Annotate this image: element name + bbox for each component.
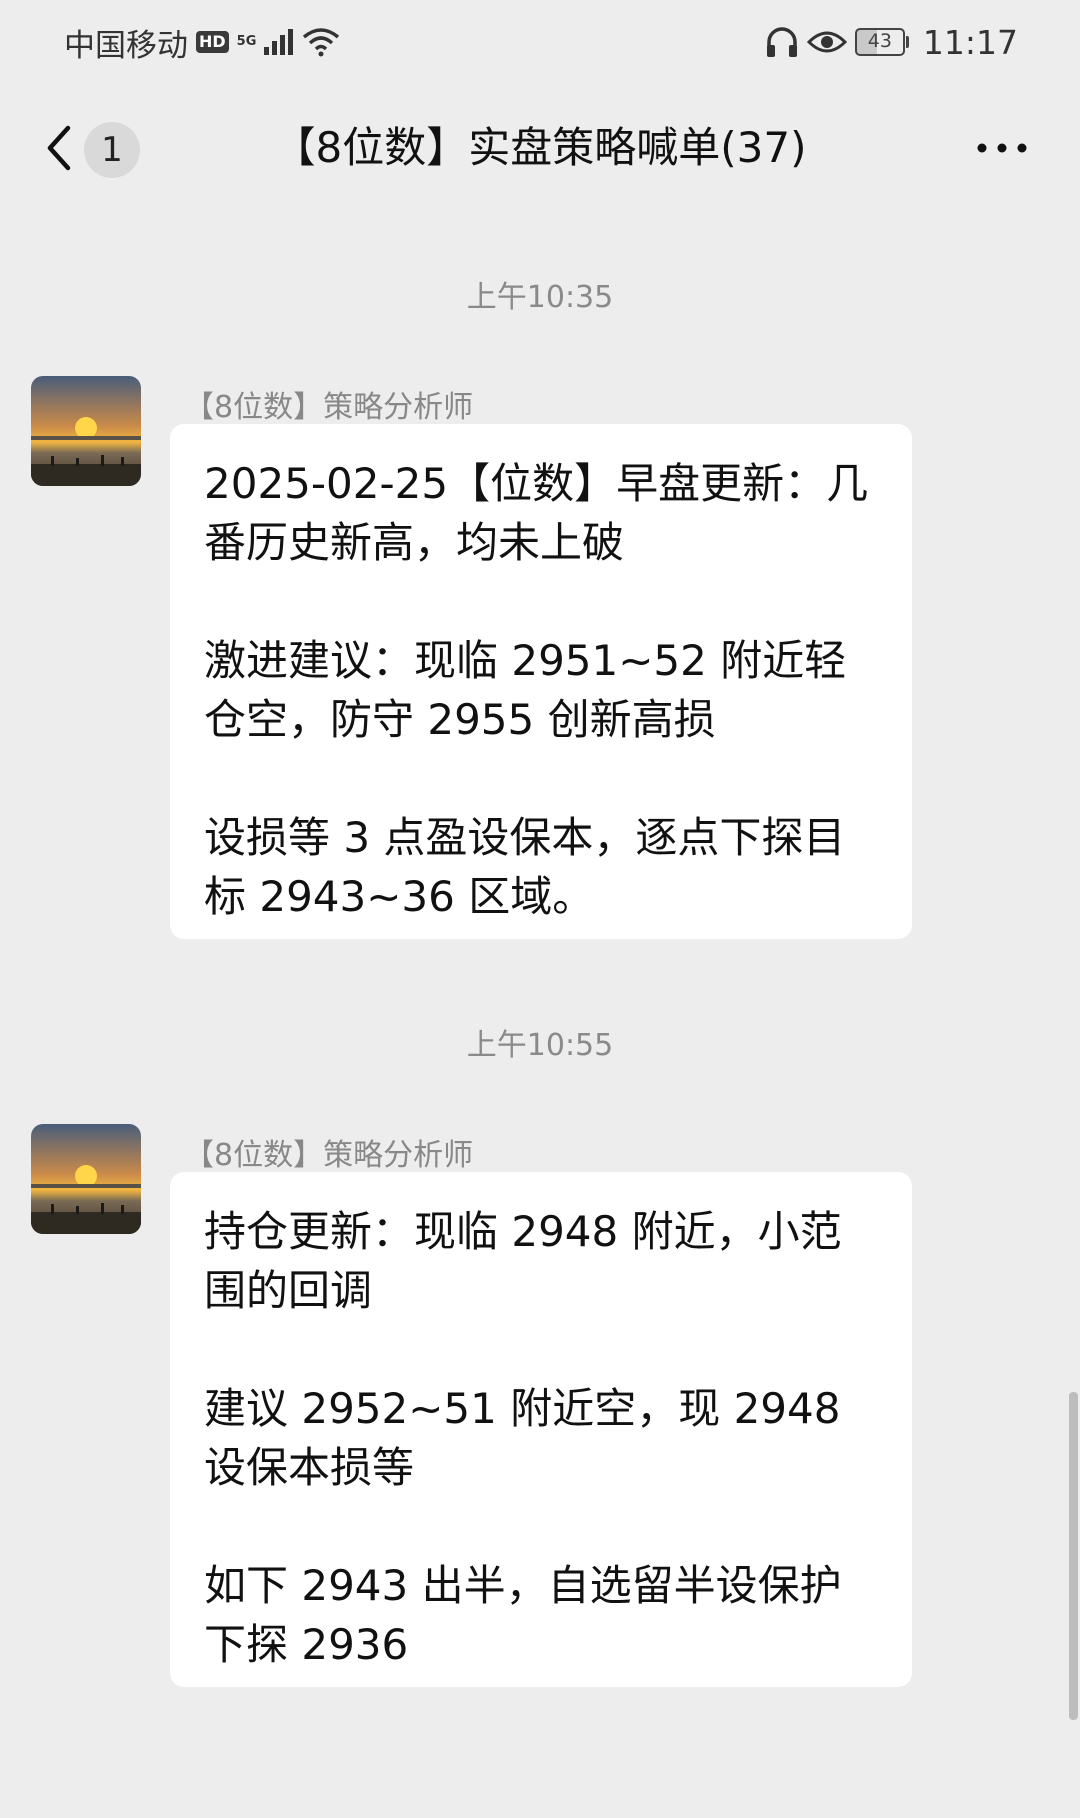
sender-name: 【8位数】策略分析师 — [184, 1138, 474, 1173]
wifi-icon — [303, 28, 340, 57]
message-paragraph: 设损等 3 点盈设保本，逐点下探目标 2943~36 区域。 — [204, 813, 846, 921]
message-timestamp: 上午10:35 — [466, 280, 614, 315]
battery-icon: 43 — [854, 28, 909, 56]
clock: 11:17 — [922, 22, 1018, 62]
chat-title: 【8位数】实盘策略喊单(37) — [273, 123, 807, 172]
message-paragraph: 如下 2943 出半，自选留半设保护下探 2936 — [204, 1561, 842, 1669]
back-arrow-icon[interactable] — [40, 118, 80, 178]
message-bubble[interactable]: 2025-02-25【位数】早盘更新：几番历史新高，均未上破 激进建议：现临 2… — [170, 424, 912, 939]
battery-level: 43 — [854, 28, 905, 56]
message-bubble[interactable]: 持仓更新：现临 2948 附近，小范围的回调 建议 2952~51 附近空，现 … — [170, 1172, 912, 1687]
status-left: 中国移动 HD 5G — [64, 20, 340, 65]
network-type: 5G — [236, 34, 257, 49]
carrier-name: 中国移动 — [64, 27, 188, 64]
scrollbar[interactable] — [1069, 1392, 1078, 1720]
sunset-avatar-image — [31, 1124, 141, 1234]
chat-header: 【8位数】实盘策略喊单(37) — [0, 84, 1080, 212]
sender-name: 【8位数】策略分析师 — [184, 390, 474, 425]
sunset-avatar-image — [31, 376, 141, 486]
sender-avatar[interactable] — [31, 376, 141, 486]
cell-signal-icon — [264, 29, 294, 55]
headphones-icon — [766, 27, 797, 57]
status-bar: 中国移动 HD 5G 43 11:17 — [0, 0, 1080, 84]
unread-count-badge[interactable]: 1 — [84, 122, 140, 178]
more-options-icon[interactable] — [976, 138, 1028, 158]
message-paragraph: 激进建议：现临 2951~52 附近轻仓空，防守 2955 创新高损 — [204, 636, 847, 744]
status-right: 43 11:17 — [765, 23, 1018, 62]
message-timestamp: 上午10:55 — [466, 1028, 614, 1063]
message-paragraph: 2025-02-25【位数】早盘更新：几番历史新高，均未上破 — [204, 459, 869, 567]
eye-icon — [806, 31, 847, 53]
sender-avatar[interactable] — [31, 1124, 141, 1234]
message-paragraph: 建议 2952~51 附近空，现 2948 设保本损等 — [204, 1384, 841, 1492]
message-paragraph: 持仓更新：现临 2948 附近，小范围的回调 — [204, 1207, 842, 1315]
hd-badge: HD — [196, 31, 229, 53]
